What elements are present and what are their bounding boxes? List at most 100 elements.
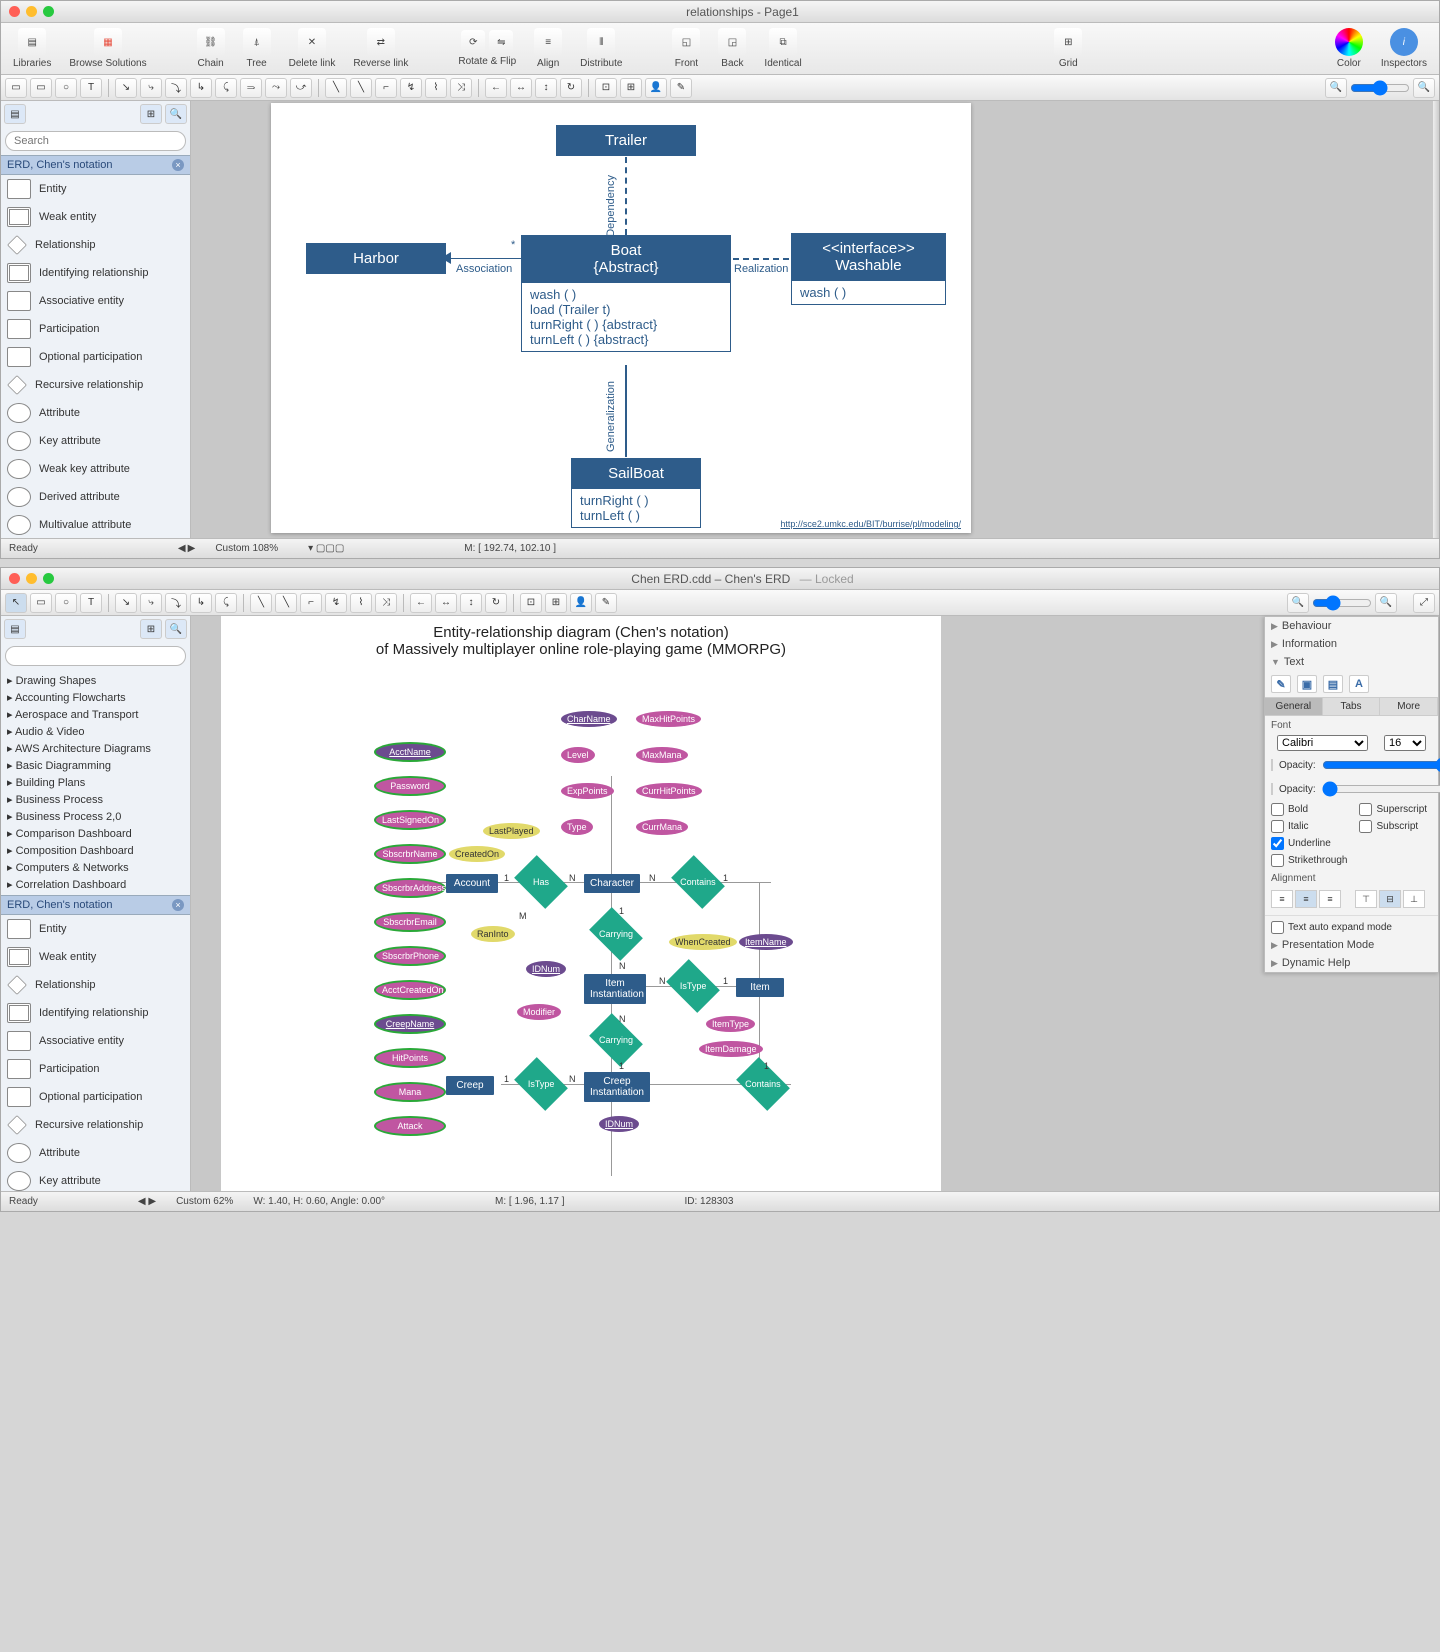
zoom-person[interactable]: 👤 — [645, 78, 667, 98]
line-5[interactable]: ⌇ — [425, 78, 447, 98]
font-size-select[interactable]: 16 — [1384, 735, 1426, 751]
arrow-3[interactable]: ↕ — [535, 78, 557, 98]
library-item[interactable]: Derived attribute — [1, 483, 190, 511]
library-item[interactable]: Identifying relationship — [1, 259, 190, 287]
attr-selected[interactable]: CreepName — [376, 1016, 444, 1032]
c5[interactable]: ⤹ — [215, 593, 237, 613]
library-item[interactable]: Associative entity — [1, 287, 190, 315]
z1[interactable]: ⊡ — [520, 593, 542, 613]
tree-item[interactable]: ▸ Audio & Video — [3, 723, 188, 740]
front-button[interactable]: ◱Front — [672, 28, 700, 69]
presentation-mode[interactable]: ▶Presentation Mode — [1265, 936, 1438, 954]
library-item[interactable]: Recursive relationship — [1, 1111, 190, 1139]
tree-item[interactable]: ▸ Aerospace and Transport — [3, 706, 188, 723]
attr-lastplayed[interactable]: LastPlayed — [483, 823, 540, 839]
zoom-readout-2[interactable]: Custom 62% — [176, 1196, 233, 1207]
tree-item[interactable]: ▸ Computers & Networks — [3, 859, 188, 876]
color-button[interactable]: Color — [1335, 28, 1363, 69]
z2[interactable]: ⊞ — [545, 593, 567, 613]
arrow-1[interactable]: ← — [485, 78, 507, 98]
tree-item[interactable]: ▸ Accounting Flowcharts — [3, 689, 188, 706]
c1[interactable]: ↘ — [115, 593, 137, 613]
inspector-section-information[interactable]: ▶Information — [1265, 635, 1438, 653]
l1[interactable]: ╲ — [250, 593, 272, 613]
library-item[interactable]: Relationship — [1, 231, 190, 259]
text-style-font-icon[interactable]: A — [1349, 675, 1369, 693]
attr-createdon[interactable]: CreatedOn — [449, 846, 505, 862]
attr[interactable]: MaxMana — [636, 747, 688, 763]
rel-has[interactable]: Has — [514, 855, 568, 909]
tree-item[interactable]: ▸ Building Plans — [3, 774, 188, 791]
attr-raninto[interactable]: RanInto — [471, 926, 515, 942]
attr-selected[interactable]: Password — [376, 778, 444, 794]
line-2[interactable]: ╲ — [350, 78, 372, 98]
scrollbar[interactable] — [1433, 101, 1439, 538]
traffic-lights[interactable] — [9, 6, 54, 17]
close-library-2[interactable]: × — [172, 899, 184, 911]
rel-carrying[interactable]: Carrying — [589, 907, 643, 961]
library-item[interactable]: Multivalue attribute — [1, 511, 190, 538]
library-item[interactable]: Key attribute — [1, 427, 190, 455]
attr[interactable]: MaxHitPoints — [636, 711, 701, 727]
connector-5[interactable]: ⤹ — [215, 78, 237, 98]
attr-itemdamage[interactable]: ItemDamage — [699, 1041, 763, 1057]
align-center[interactable]: ≡ — [1295, 890, 1317, 908]
library-item[interactable]: Optional participation — [1, 343, 190, 371]
canvas[interactable]: Trailer Harbor Boat {Abstract} wash ( )l… — [191, 101, 1439, 538]
class-trailer[interactable]: Trailer — [556, 125, 696, 156]
tree-button[interactable]: ⍋Tree — [243, 28, 271, 69]
opacity-slider-1[interactable] — [1322, 757, 1440, 773]
page-next-icon[interactable]: ▶ — [188, 543, 196, 554]
chain-button[interactable]: ⛓Chain — [197, 28, 225, 69]
line-3[interactable]: ⌐ — [375, 78, 397, 98]
tree-item[interactable]: ▸ AWS Architecture Diagrams — [3, 740, 188, 757]
bold-checkbox[interactable]: Bold — [1265, 801, 1353, 818]
side-collapse-icon[interactable]: ▤ — [4, 104, 26, 124]
text-style-fill-icon[interactable]: ▣ — [1297, 675, 1317, 693]
l4[interactable]: ↯ — [325, 593, 347, 613]
library-header[interactable]: ERD, Chen's notation× — [1, 155, 190, 175]
library-item[interactable]: Entity — [1, 175, 190, 203]
attr-selected[interactable]: AcctName — [376, 744, 444, 760]
attr-selected[interactable]: SbscrbrEmail — [376, 914, 444, 930]
arrow-2[interactable]: ↔ — [510, 78, 532, 98]
zoom-icon[interactable] — [43, 573, 54, 584]
rel-istype[interactable]: IsType — [666, 959, 720, 1013]
rel-carrying-2[interactable]: Carrying — [589, 1013, 643, 1067]
dynamic-help[interactable]: ▶Dynamic Help — [1265, 954, 1438, 972]
valign-top[interactable]: ⊤ — [1355, 890, 1377, 908]
zoom-out[interactable]: 🔍 — [1325, 78, 1347, 98]
a2[interactable]: ↔ — [435, 593, 457, 613]
entity-item[interactable]: Item — [736, 978, 784, 997]
attr-selected[interactable]: SbscrbrAddress — [376, 880, 444, 896]
inspector-section-text[interactable]: ▼Text — [1265, 653, 1438, 671]
c2[interactable]: ⤷ — [140, 593, 162, 613]
libraries-button[interactable]: ▤Libraries — [13, 28, 51, 69]
distribute-button[interactable]: ⫴Distribute — [580, 28, 622, 69]
attr[interactable]: ExpPoints — [561, 783, 614, 799]
opacity-slider-2[interactable] — [1322, 781, 1440, 797]
l6[interactable]: ⤨ — [375, 593, 397, 613]
attr-selected[interactable]: LastSignedOn — [376, 812, 444, 828]
zoom-out-2[interactable]: 🔍 — [1287, 593, 1309, 613]
l2[interactable]: ╲ — [275, 593, 297, 613]
tree-item[interactable]: ▸ Comparison Dashboard — [3, 825, 188, 842]
library-item[interactable]: Entity — [1, 915, 190, 943]
library-item[interactable]: Participation — [1, 1055, 190, 1083]
attr-selected[interactable]: Attack — [376, 1118, 444, 1134]
cursor-tool[interactable]: ↖ — [5, 593, 27, 613]
tree-item[interactable]: ▸ Business Process — [3, 791, 188, 808]
zoom-magic[interactable]: ✎ — [670, 78, 692, 98]
attr[interactable]: Type — [561, 819, 593, 835]
library-item[interactable]: Weak key attribute — [1, 455, 190, 483]
attr-selected[interactable]: SbscrbrPhone — [376, 948, 444, 964]
search-input[interactable] — [5, 131, 186, 151]
z3[interactable]: 👤 — [570, 593, 592, 613]
pointer-tool[interactable]: ▭ — [5, 78, 27, 98]
entity-account[interactable]: Account — [446, 874, 498, 893]
side-grid-2[interactable]: ⊞ — [140, 619, 162, 639]
rel-contains[interactable]: Contains — [671, 855, 725, 909]
attr-selected[interactable]: Mana — [376, 1084, 444, 1100]
a3[interactable]: ↕ — [460, 593, 482, 613]
library-item[interactable]: Participation — [1, 315, 190, 343]
